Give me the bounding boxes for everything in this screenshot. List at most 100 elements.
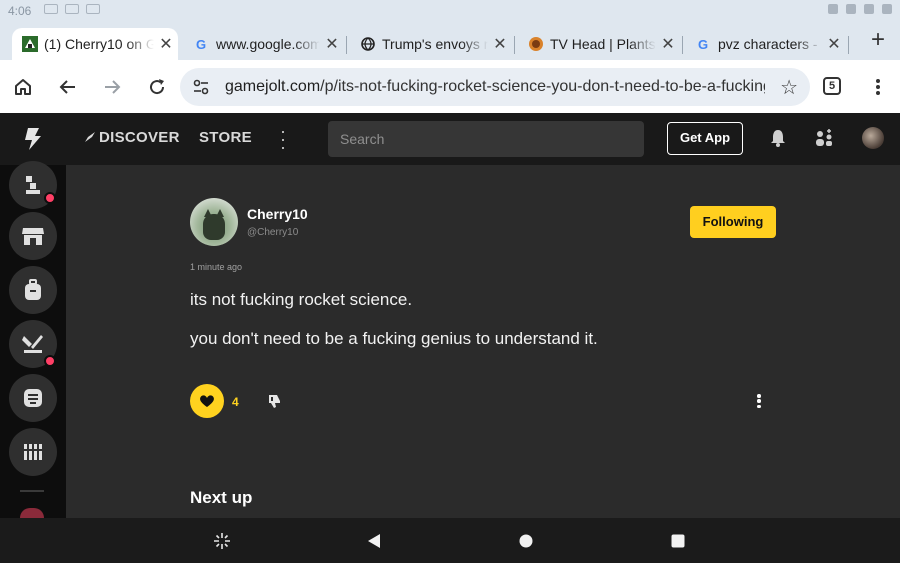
backpack-icon [25,279,41,300]
forward-button[interactable] [98,73,126,101]
cat-avatar-image [203,209,225,240]
sidebar-divider [20,490,44,492]
following-button[interactable]: Following [690,206,776,238]
notification-icon [65,4,79,14]
wifi-icon [864,4,874,14]
gamejolt-favicon [22,36,38,52]
sidebar-item-quests[interactable] [9,374,57,422]
pvz-favicon [528,36,544,52]
site-header: DISCOVER STORE ··· Get App [0,113,900,165]
heart-icon [200,395,214,407]
status-notification-icons [44,4,100,14]
bookmark-star-icon[interactable]: ☆ [780,75,798,100]
sidebar-community-avatar[interactable] [20,508,44,518]
tab-google[interactable]: G www.google.com ✕ [184,28,344,60]
tab-tv-head[interactable]: TV Head | Plants vs ✕ [518,28,680,60]
site-settings-icon[interactable] [192,78,210,96]
nav-more-icon[interactable]: · · · [280,122,286,156]
close-icon[interactable]: ✕ [488,34,512,54]
tab-separator [848,36,849,54]
nav-discover-label: DISCOVER [99,129,180,146]
tab-gamejolt[interactable]: (1) Cherry10 on Ga ✕ [12,28,178,60]
notification-icon [44,4,58,14]
arrow-left-icon [59,80,75,94]
status-bar: 4:06 [0,0,900,22]
nav-recents-button[interactable] [668,531,688,551]
assistant-button[interactable] [212,531,232,551]
search-input[interactable] [328,121,644,157]
tab-pvz-characters[interactable]: G pvz characters - Go ✕ [686,28,846,60]
storefront-icon [22,228,44,245]
home-icon [15,79,31,95]
tab-separator [514,36,515,54]
author-display-name[interactable]: Cherry10 [247,206,308,222]
tab-title: www.google.com [216,36,320,52]
post-text-line: its not fucking rocket science. [190,290,413,309]
quest-icon [24,389,42,407]
bell-icon[interactable] [767,127,789,149]
like-button[interactable] [190,384,224,418]
tab-title: pvz characters - Go [718,36,822,52]
dislike-icon[interactable] [266,393,282,409]
tab-switcher-button[interactable]: 5 [823,77,841,95]
brush-icon [22,335,43,353]
globe-favicon [360,36,376,52]
notification-dot [44,192,56,204]
vibrate-icon [846,4,856,14]
nav-store[interactable]: STORE [199,129,252,146]
status-system-icons [828,4,892,14]
new-tab-button[interactable]: + [864,26,892,54]
sidebar [0,161,66,518]
like-count[interactable]: 4 [232,395,239,409]
close-icon[interactable]: ✕ [822,34,846,54]
browser-menu-button[interactable] [864,73,892,101]
next-up-heading: Next up [190,488,253,507]
gamejolt-logo-icon[interactable] [22,127,42,151]
tab-trump-envoys[interactable]: Trump's envoys me ✕ [350,28,512,60]
close-icon[interactable]: ✕ [656,34,680,54]
circle-home-icon [519,534,533,548]
system-navigation-bar [0,518,900,563]
battery-icon [882,4,892,14]
tab-strip: (1) Cherry10 on Ga ✕ G www.google.com ✕ … [0,22,900,60]
status-time: 4:06 [8,4,32,18]
url-text: gamejolt.com/p/its-not-fucking-rocket-sc… [225,78,765,95]
nav-discover[interactable]: DISCOVER [84,129,180,146]
browser-toolbar: gamejolt.com/p/its-not-fucking-rocket-sc… [0,60,900,113]
google-favicon: G [194,36,210,52]
sparkle-icon [214,533,230,549]
post-more-icon[interactable] [752,392,766,410]
author-username[interactable]: @Cherry10 [247,227,298,238]
reload-button[interactable] [143,73,171,101]
close-icon[interactable]: ✕ [154,34,178,54]
sidebar-item-library[interactable] [9,428,57,476]
library-icon [24,444,42,460]
post-timestamp[interactable]: 1 minute ago [190,262,242,272]
kebab-menu-icon [876,79,880,95]
nav-back-button[interactable] [364,531,384,551]
tab-title: TV Head | Plants vs [550,36,656,52]
get-app-button[interactable]: Get App [667,122,743,155]
feed-icon [26,176,40,194]
notification-dot [44,355,56,367]
svg-text:G: G [698,37,708,51]
reload-icon [150,79,165,95]
sidebar-item-backpack[interactable] [9,266,57,314]
svg-text:G: G [196,37,206,51]
tab-title: (1) Cherry10 on Ga [44,36,154,52]
back-button[interactable] [54,73,82,101]
author-avatar[interactable] [190,198,238,246]
address-bar[interactable]: gamejolt.com/p/its-not-fucking-rocket-sc… [180,68,810,106]
square-recents-icon [671,534,685,548]
tab-title: Trump's envoys me [382,36,488,52]
home-button[interactable] [9,73,37,101]
friends-icon[interactable] [813,127,835,149]
tab-separator [346,36,347,54]
close-icon[interactable]: ✕ [320,34,344,54]
user-avatar[interactable] [862,127,884,149]
tab-separator [682,36,683,54]
compass-icon [85,132,95,142]
notification-icon [86,4,100,14]
sidebar-item-shop[interactable] [9,212,57,260]
nav-home-button[interactable] [516,531,536,551]
